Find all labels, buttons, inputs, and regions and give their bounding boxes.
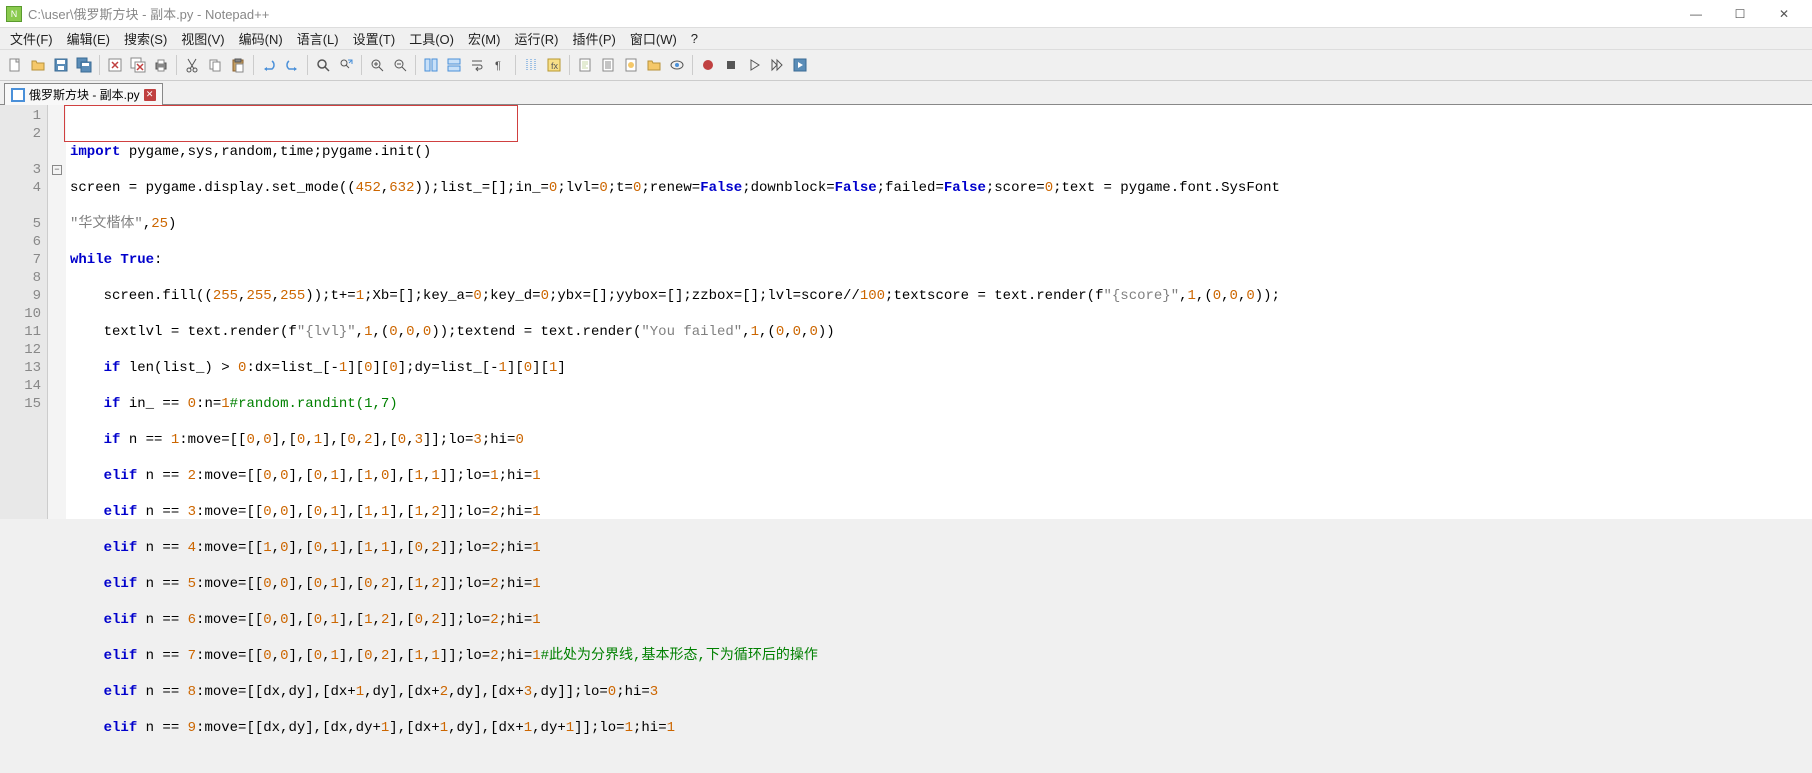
menu-search[interactable]: 搜索(S) — [118, 27, 173, 50]
menu-plugins[interactable]: 插件(P) — [567, 27, 622, 50]
menu-help[interactable]: ? — [685, 29, 704, 48]
print-icon[interactable] — [150, 54, 172, 76]
line-number: 9 — [0, 287, 47, 305]
svg-text:fx: fx — [551, 61, 559, 71]
menu-settings[interactable]: 设置(T) — [347, 27, 402, 50]
undo-icon[interactable] — [258, 54, 280, 76]
zoom-in-icon[interactable] — [366, 54, 388, 76]
save-all-icon[interactable] — [73, 54, 95, 76]
titlebar: N C:\user\俄罗斯方块 - 副本.py - Notepad++ — ☐ … — [0, 0, 1812, 28]
toolbar: ¶ fx — [0, 50, 1812, 81]
menubar: 文件(F) 编辑(E) 搜索(S) 视图(V) 编码(N) 语言(L) 设置(T… — [0, 28, 1812, 50]
open-file-icon[interactable] — [27, 54, 49, 76]
line-number: 13 — [0, 359, 47, 377]
sync-v-icon[interactable] — [420, 54, 442, 76]
line-number: 10 — [0, 305, 47, 323]
line-number: 6 — [0, 233, 47, 251]
menu-window[interactable]: 窗口(W) — [624, 27, 683, 50]
close-button[interactable]: ✕ — [1762, 0, 1806, 28]
line-number — [0, 197, 47, 215]
line-number: 4 — [0, 179, 47, 197]
play-macro-icon[interactable] — [743, 54, 765, 76]
code-area[interactable]: import pygame,sys,random,time;pygame.ini… — [66, 105, 1812, 519]
menu-edit[interactable]: 编辑(E) — [61, 27, 116, 50]
highlight-box — [64, 105, 518, 142]
line-number: 5 — [0, 215, 47, 233]
menu-view[interactable]: 视图(V) — [175, 27, 230, 50]
wrap-icon[interactable] — [466, 54, 488, 76]
zoom-out-icon[interactable] — [389, 54, 411, 76]
line-number: 7 — [0, 251, 47, 269]
line-number: 8 — [0, 269, 47, 287]
line-number — [0, 143, 47, 161]
play-multi-icon[interactable] — [766, 54, 788, 76]
indent-guide-icon[interactable] — [520, 54, 542, 76]
menu-encoding[interactable]: 编码(N) — [233, 27, 289, 50]
function-list-icon[interactable] — [620, 54, 642, 76]
maximize-button[interactable]: ☐ — [1718, 0, 1762, 28]
tabbar: 俄罗斯方块 - 副本.py ✕ — [0, 81, 1812, 105]
stop-macro-icon[interactable] — [720, 54, 742, 76]
doc-list-icon[interactable] — [597, 54, 619, 76]
line-number: 15 — [0, 395, 47, 413]
file-tab[interactable]: 俄罗斯方块 - 副本.py ✕ — [4, 83, 163, 105]
menu-tools[interactable]: 工具(O) — [403, 27, 460, 50]
show-all-chars-icon[interactable]: ¶ — [489, 54, 511, 76]
find-icon[interactable] — [312, 54, 334, 76]
line-number: 11 — [0, 323, 47, 341]
new-file-icon[interactable] — [4, 54, 26, 76]
editor[interactable]: 1 2 3 4 5 6 7 8 9 10 11 12 13 14 15 − im… — [0, 105, 1812, 519]
menu-macro[interactable]: 宏(M) — [462, 27, 507, 50]
cut-icon[interactable] — [181, 54, 203, 76]
menu-file[interactable]: 文件(F) — [4, 27, 59, 50]
fold-column: − — [48, 105, 66, 519]
menu-language[interactable]: 语言(L) — [291, 27, 345, 50]
line-number-gutter: 1 2 3 4 5 6 7 8 9 10 11 12 13 14 15 — [0, 105, 48, 519]
fold-toggle[interactable]: − — [48, 161, 66, 179]
copy-icon[interactable] — [204, 54, 226, 76]
line-number: 14 — [0, 377, 47, 395]
folder-workspace-icon[interactable] — [643, 54, 665, 76]
record-macro-icon[interactable] — [697, 54, 719, 76]
line-number: 3 — [0, 161, 47, 179]
minimize-button[interactable]: — — [1674, 0, 1718, 28]
lang-icon[interactable]: fx — [543, 54, 565, 76]
close-all-icon[interactable] — [127, 54, 149, 76]
paste-icon[interactable] — [227, 54, 249, 76]
sync-h-icon[interactable] — [443, 54, 465, 76]
replace-icon[interactable] — [335, 54, 357, 76]
redo-icon[interactable] — [281, 54, 303, 76]
save-icon[interactable] — [50, 54, 72, 76]
line-number: 12 — [0, 341, 47, 359]
monitoring-icon[interactable] — [666, 54, 688, 76]
line-number: 2 — [0, 125, 47, 143]
close-file-icon[interactable] — [104, 54, 126, 76]
window-title: C:\user\俄罗斯方块 - 副本.py - Notepad++ — [28, 4, 269, 23]
file-tab-label: 俄罗斯方块 - 副本.py — [29, 86, 140, 103]
svg-text:¶: ¶ — [495, 60, 501, 72]
line-number: 1 — [0, 107, 47, 125]
doc-map-icon[interactable] — [574, 54, 596, 76]
app-icon: N — [6, 6, 22, 22]
menu-run[interactable]: 运行(R) — [508, 27, 564, 50]
tab-close-icon[interactable]: ✕ — [144, 89, 156, 101]
file-tab-icon — [11, 88, 25, 102]
save-macro-icon[interactable] — [789, 54, 811, 76]
